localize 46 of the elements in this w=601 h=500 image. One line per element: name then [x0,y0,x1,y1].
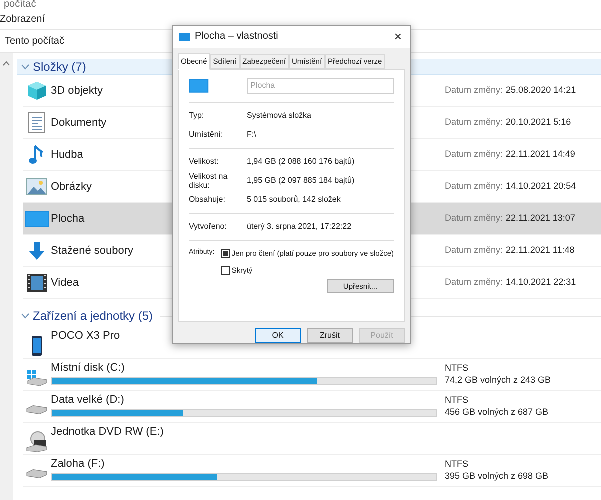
date-label: Datum změny: [445,244,504,257]
property-value: F:\ [247,128,256,141]
free-space: 74,2 GB volných z 243 GB [445,374,552,386]
filesystem: NTFS [445,362,470,374]
date-value: 22.11.2021 14:49 [506,148,576,161]
date-value: 14.10.2021 20:54 [506,180,576,193]
dialog-title: Plocha – vlastnosti [195,30,280,44]
folder-name: Stažené soubory [51,245,134,257]
property-value: 1,95 GB (2 097 885 184 bajtů) [247,174,355,187]
date-label: Datum změny: [445,180,504,193]
filesystem: NTFS [445,458,470,470]
property-label: Velikost: [189,157,220,166]
folder-name: Videa [51,277,79,289]
date-label: Datum změny: [445,212,504,225]
filesystem: NTFS [445,394,470,406]
property-value: úterý 3. srpna 2021, 17:22:22 [247,220,352,233]
date-value: 22.11.2021 13:07 [506,212,576,225]
date-value: 25.08.2020 14:21 [506,84,576,97]
date-value: 22.11.2021 11:48 [506,244,575,257]
property-value: 1,94 GB (2 088 160 176 bajtů) [247,156,355,168]
date-label: Datum změny: [445,148,504,161]
folder-name: 3D objekty [51,85,103,97]
date-label: Datum změny: [445,276,504,289]
folder-name: Plocha [51,213,85,225]
folder-name: Obrázky [51,181,92,193]
date-label: Datum změny: [445,84,504,97]
folder-name: Dokumenty [51,117,107,129]
drive-name: Zaloha (F:) [51,457,105,471]
property-label: Obsahuje: [189,195,226,204]
window-title: počítač [4,0,36,10]
property-label: Vytvořeno: [189,220,228,233]
date-label: Datum změny: [445,116,504,129]
drive-name: Místní disk (C:) [51,361,125,375]
property-label: Umístění: [189,128,224,141]
free-space: 456 GB volných z 687 GB [445,406,549,418]
property-value: 5 015 souborů, 142 složek [247,194,341,206]
free-space: 395 GB volných z 698 GB [445,470,549,482]
property-label: Velikost na disku: [189,172,229,190]
drive-name: POCO X3 Pro [51,329,120,343]
date-value: 14.10.2021 22:31 [506,276,576,289]
folder-name: Hudba [51,149,84,161]
property-label: Typ: [189,110,206,122]
drive-name: Data velké (D:) [51,393,124,407]
drive-name: Jednotka DVD RW (E:) [51,425,164,439]
property-value: Systémová složka [247,110,312,122]
date-value: 20.10.2021 5:16 [506,116,572,129]
